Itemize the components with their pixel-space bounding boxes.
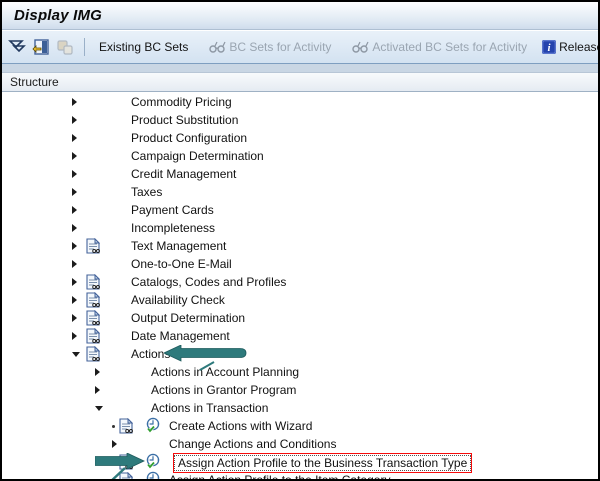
- tree-node-label[interactable]: Assign Action Profile to the Item Catego…: [169, 473, 390, 481]
- expand-arrow-icon[interactable]: [72, 296, 77, 304]
- tree-node-label[interactable]: Text Management: [131, 239, 226, 253]
- leaf-bullet-icon: [112, 425, 115, 428]
- structure-header: Structure: [2, 72, 598, 92]
- expand-arrow-icon[interactable]: [72, 224, 77, 232]
- tree-row: Product Substitution: [2, 111, 598, 129]
- bc-sets-for-activity-label: BC Sets for Activity: [229, 40, 331, 54]
- tree-node-label[interactable]: Product Substitution: [131, 113, 238, 127]
- tree-row: Change Actions and Conditions: [2, 435, 598, 453]
- tree-node-label[interactable]: Actions in Grantor Program: [151, 383, 296, 397]
- tree-node-label[interactable]: Product Configuration: [131, 131, 247, 145]
- tree-node-label[interactable]: Payment Cards: [131, 203, 214, 217]
- tree-node-label[interactable]: Output Determination: [131, 311, 245, 325]
- tree-row: Availability Check: [2, 291, 598, 309]
- glasses-icon: [351, 40, 369, 54]
- expand-arrow-icon[interactable]: [72, 332, 77, 340]
- bc-set-display-icon[interactable]: [32, 37, 50, 57]
- tree-node-label[interactable]: Credit Management: [131, 167, 236, 181]
- tree-row: Credit Management: [2, 165, 598, 183]
- expand-arrow-icon[interactable]: [112, 440, 117, 448]
- tree-node-label[interactable]: Taxes: [131, 185, 162, 199]
- expand-arrow-icon[interactable]: [72, 242, 77, 250]
- annotation-arrow-left: [164, 345, 264, 380]
- glasses-icon: [208, 40, 226, 54]
- activated-bc-sets-label: Activated BC Sets for Activity: [372, 40, 527, 54]
- highlighted-node-box: Assign Action Profile to the Business Tr…: [173, 453, 472, 473]
- tree-row: Actions in Grantor Program: [2, 381, 598, 399]
- bc-sets-for-activity-button: BC Sets for Activity: [204, 38, 335, 56]
- background-band: [2, 64, 598, 72]
- tree-row: Text Management: [2, 237, 598, 255]
- expand-arrow-icon[interactable]: [72, 170, 77, 178]
- release-notes-button[interactable]: i Release: [537, 38, 598, 57]
- info-icon: i: [541, 40, 556, 55]
- expand-arrow-icon[interactable]: [72, 278, 77, 286]
- tree-node-label[interactable]: Availability Check: [131, 293, 225, 307]
- tree-row: Create Actions with Wizard: [2, 417, 598, 435]
- tree-node-label[interactable]: Change Actions and Conditions: [169, 437, 336, 451]
- annotation-arrow-right: [95, 453, 157, 481]
- tree-row: One-to-One E-Mail: [2, 255, 598, 273]
- existing-bc-sets-label: Existing BC Sets: [99, 40, 188, 54]
- tree-node-label[interactable]: Date Management: [131, 329, 230, 343]
- application-toolbar: Existing BC Sets BC Sets for Activity: [2, 31, 598, 64]
- tree-row: Output Determination: [2, 309, 598, 327]
- release-label: Release: [559, 40, 598, 54]
- tree-node-label[interactable]: Commodity Pricing: [131, 95, 232, 109]
- title-bar: Display IMG: [2, 2, 598, 30]
- expand-arrow-icon[interactable]: [72, 98, 77, 106]
- tree-row: Campaign Determination: [2, 147, 598, 165]
- tree-node-label[interactable]: Campaign Determination: [131, 149, 264, 163]
- collapse-arrow-icon[interactable]: [72, 352, 80, 357]
- page-title: Display IMG: [14, 7, 102, 24]
- activated-bc-sets-button: Activated BC Sets for Activity: [347, 38, 531, 56]
- tree-node-label[interactable]: One-to-One E-Mail: [131, 257, 232, 271]
- tree-row: Taxes: [2, 183, 598, 201]
- tree-node-label[interactable]: Catalogs, Codes and Profiles: [131, 275, 286, 289]
- display-img-window: Display IMG Existing BC Sets: [0, 0, 600, 481]
- expand-arrow-icon[interactable]: [72, 116, 77, 124]
- tree-node-label[interactable]: Actions in Transaction: [151, 401, 268, 415]
- tree-row: Actions in Transaction: [2, 399, 598, 417]
- tree-row: Incompleteness: [2, 219, 598, 237]
- tree-row: Assign Action Profile to the Business Tr…: [2, 453, 598, 471]
- hierarchy-icon-disabled: [56, 37, 74, 57]
- filter-icon[interactable]: [8, 37, 26, 57]
- tree-row: Actions: [2, 345, 598, 363]
- collapse-arrow-icon[interactable]: [95, 406, 103, 411]
- tree-row: Product Configuration: [2, 129, 598, 147]
- expand-arrow-icon[interactable]: [72, 260, 77, 268]
- tree-node-label[interactable]: Create Actions with Wizard: [169, 419, 312, 433]
- tree-node-label[interactable]: Assign Action Profile to the Business Tr…: [174, 455, 471, 471]
- tree-row: Catalogs, Codes and Profiles: [2, 273, 598, 291]
- expand-arrow-icon[interactable]: [72, 134, 77, 142]
- expand-arrow-icon[interactable]: [95, 386, 100, 394]
- tree-row: Date Management: [2, 327, 598, 345]
- structure-header-label: Structure: [10, 75, 59, 89]
- expand-arrow-icon[interactable]: [72, 314, 77, 322]
- expand-arrow-icon[interactable]: [72, 188, 77, 196]
- tree-row: Assign Action Profile to the Item Catego…: [2, 471, 598, 481]
- tree-node-label[interactable]: Incompleteness: [131, 221, 215, 235]
- tree-row: Payment Cards: [2, 201, 598, 219]
- tree-row: Actions in Account Planning: [2, 363, 598, 381]
- tree-row: Commodity Pricing: [2, 93, 598, 111]
- img-structure-tree: Commodity Pricing Product Substitution Pro…: [2, 93, 598, 481]
- existing-bc-sets-button[interactable]: Existing BC Sets: [95, 38, 192, 56]
- toolbar-separator: [84, 38, 85, 56]
- expand-arrow-icon[interactable]: [95, 368, 100, 376]
- expand-arrow-icon[interactable]: [72, 206, 77, 214]
- expand-arrow-icon[interactable]: [72, 152, 77, 160]
